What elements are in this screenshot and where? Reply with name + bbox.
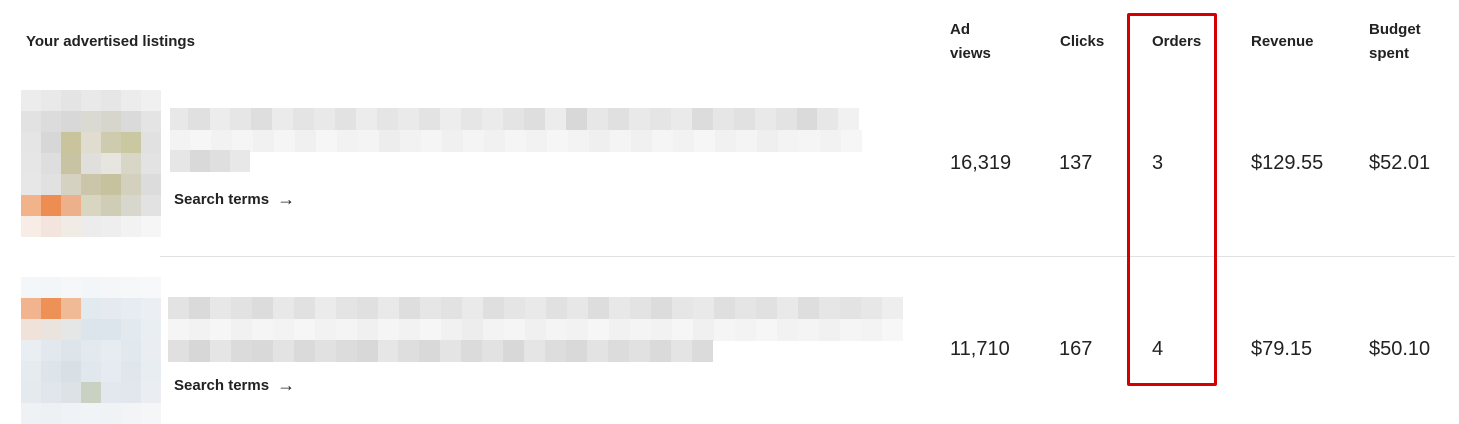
row-divider [160,256,1455,257]
search-terms-label: Search terms [174,190,270,208]
ad-views-value: 11,710 [950,338,1010,360]
search-terms-label: Search terms [174,376,270,394]
clicks-value: 137 [1059,152,1093,174]
listing-thumbnail[interactable] [21,90,161,237]
revenue-value: $129.55 [1251,152,1324,174]
clicks-value: 167 [1059,338,1093,360]
column-header-clicks: Clicks [1060,33,1105,50]
revenue-value: $79.15 [1251,338,1313,360]
budget-spent-value: $50.10 [1369,338,1431,360]
listing-thumbnail[interactable] [21,277,161,424]
arrow-right-icon: → [277,375,296,395]
search-terms-link[interactable]: Search terms → [174,376,295,394]
search-terms-link[interactable]: Search terms → [174,190,295,208]
column-header-budget-spent: Budget spent [1369,21,1421,62]
column-header-ad-views: Ad views [950,21,991,62]
column-header-revenue: Revenue [1251,33,1314,50]
budget-spent-value: $52.01 [1369,152,1431,174]
orders-column-highlight [1127,13,1217,386]
arrow-right-icon: → [277,189,296,209]
ad-views-value: 16,319 [950,152,1012,174]
column-header-listings: Your advertised listings [26,33,195,50]
